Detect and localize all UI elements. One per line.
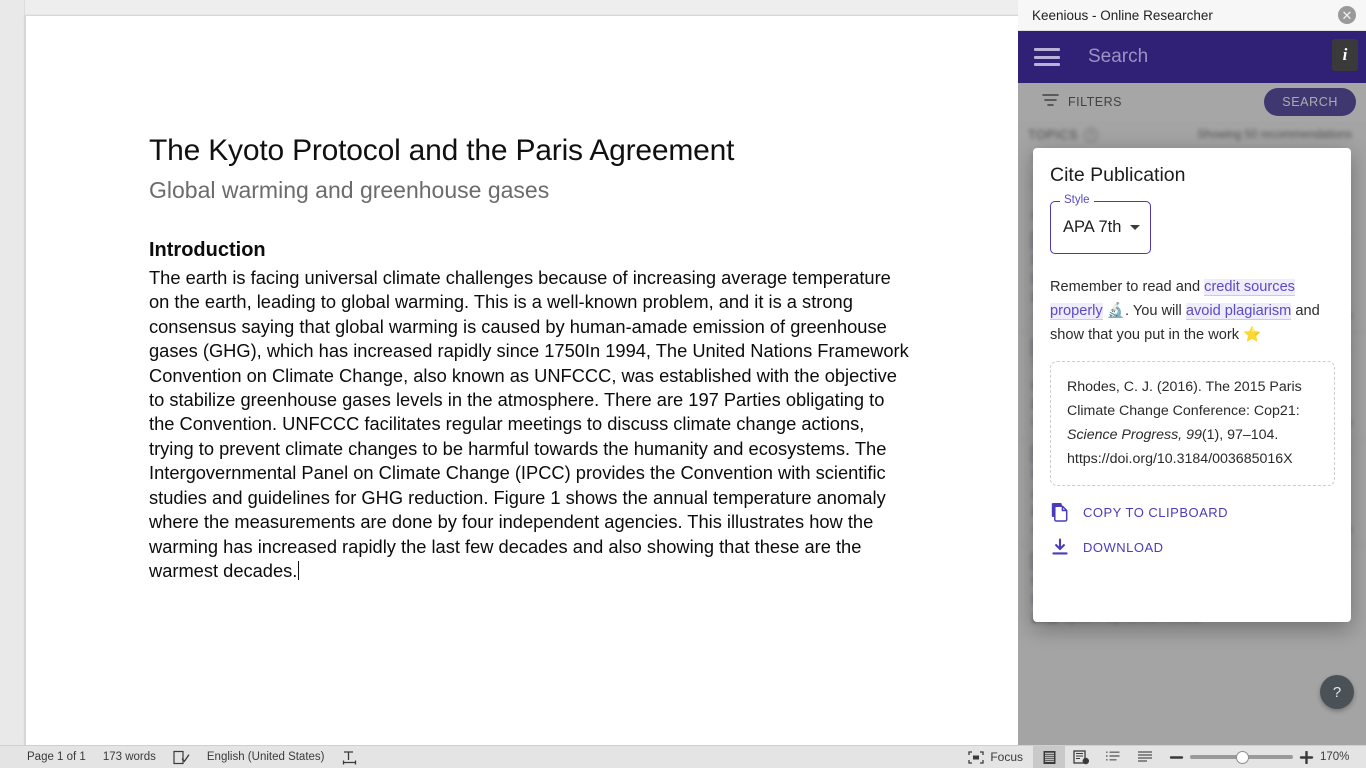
panel-titlebar: Keenious - Online Researcher ✕ [1018, 0, 1366, 31]
document-page[interactable]: The Kyoto Protocol and the Paris Agreeme… [25, 15, 1018, 745]
star-emoji-icon: ⭐ [1243, 327, 1262, 343]
cite-note-text: Remember to read and credit sources prop… [1050, 275, 1335, 347]
chevron-down-icon [1130, 225, 1141, 230]
word-count-status[interactable]: 173 words [103, 751, 156, 763]
copy-to-clipboard-button[interactable]: COPY TO CLIPBOARD [1050, 502, 1335, 522]
hamburger-icon[interactable] [1034, 48, 1060, 66]
zoom-slider[interactable] [1190, 746, 1293, 768]
zoom-slider-knob[interactable] [1236, 750, 1249, 764]
document-editor-area[interactable]: The Kyoto Protocol and the Paris Agreeme… [0, 0, 1018, 745]
style-selected-value: APA 7th [1063, 218, 1122, 236]
zoom-percent-label[interactable]: 170% [1320, 751, 1354, 763]
citation-style-select[interactable]: Style APA 7th [1050, 194, 1151, 254]
search-input[interactable]: Search [1088, 46, 1148, 68]
cite-publication-dialog: Cite Publication Style APA 7th Remember … [1033, 148, 1351, 622]
body-text: The earth is facing universal climate ch… [149, 267, 909, 581]
panel-window-title: Keenious - Online Researcher [1032, 7, 1213, 23]
close-circle-icon[interactable]: ✕ [1338, 6, 1356, 24]
panel-search-header: Search i [1018, 31, 1366, 83]
proofing-check-icon[interactable] [173, 750, 190, 765]
page-count-status[interactable]: Page 1 of 1 [27, 751, 86, 763]
document-left-margin-gutter [0, 0, 25, 745]
focus-mode-button[interactable]: Focus [990, 750, 1023, 764]
note-text-part-1: Remember to read and [1050, 279, 1205, 295]
document-body-paragraph[interactable]: The earth is facing universal climate ch… [149, 266, 911, 583]
dialog-title: Cite Publication [1050, 164, 1186, 186]
print-layout-icon[interactable] [1033, 745, 1065, 768]
zoom-in-button[interactable] [1299, 750, 1314, 764]
download-arrow-icon [1050, 538, 1070, 556]
download-label: DOWNLOAD [1083, 539, 1164, 555]
copy-document-icon [1050, 502, 1070, 522]
section-heading-introduction: Introduction [149, 239, 266, 262]
page-subtitle: Global warming and greenhouse gases [149, 176, 550, 203]
avoid-plagiarism-link[interactable]: avoid plagiarism [1185, 303, 1292, 320]
language-status[interactable]: English (United States) [207, 751, 325, 763]
outline-icon[interactable] [1097, 746, 1129, 768]
info-icon[interactable]: i [1332, 39, 1358, 71]
focus-frame-icon[interactable] [968, 750, 984, 764]
note-text-part-2: . You will [1124, 303, 1186, 319]
copy-label: COPY TO CLIPBOARD [1083, 504, 1229, 520]
status-bar: Page 1 of 1 173 words English (United St… [0, 745, 1366, 768]
download-button[interactable]: DOWNLOAD [1050, 538, 1335, 556]
draft-icon[interactable] [1129, 746, 1161, 768]
page-title: The Kyoto Protocol and the Paris Agreeme… [149, 134, 735, 167]
style-field-legend: Style [1060, 194, 1094, 206]
question-mark-icon[interactable]: ? [1320, 675, 1354, 709]
citation-text-box[interactable]: Rhodes, C. J. (2016). The 2015 Paris Cli… [1050, 361, 1335, 486]
text-layout-icon[interactable] [342, 750, 357, 765]
text-caret [298, 560, 300, 580]
keenious-panel: Keenious - Online Researcher ✕ Search i … [1018, 0, 1366, 745]
app-root: The Kyoto Protocol and the Paris Agreeme… [0, 0, 1366, 768]
citation-italic-part: Science Progress, 99 [1067, 427, 1202, 443]
web-layout-icon[interactable] [1065, 746, 1097, 768]
zoom-out-button[interactable] [1169, 751, 1184, 764]
microscope-emoji-icon: 🔬 [1106, 303, 1125, 319]
citation-prefix: Rhodes, C. J. (2016). The 2015 Paris Cli… [1067, 379, 1302, 419]
